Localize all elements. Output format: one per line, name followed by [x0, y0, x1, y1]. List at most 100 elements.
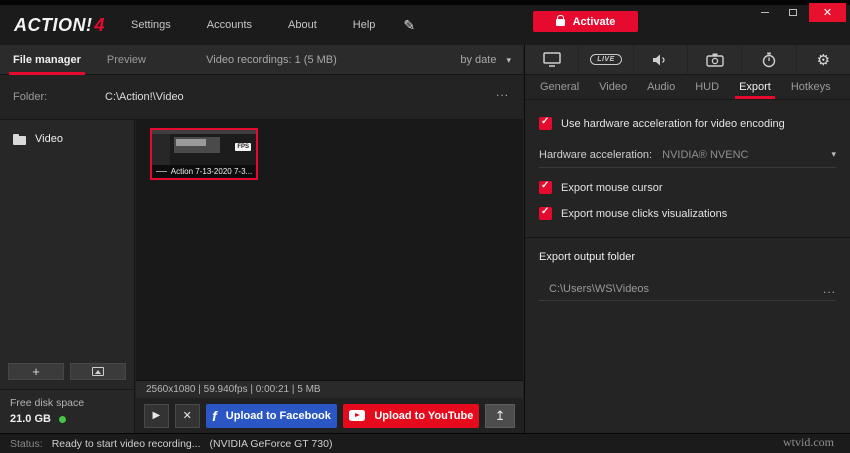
- delete-button[interactable]: [175, 404, 200, 428]
- tab-file-manager[interactable]: File manager: [0, 45, 94, 75]
- thumbnails-zone: FPS Action 7-13-2020 7-3...: [136, 120, 523, 380]
- clip-info-bar: 2560x1080 | 59.940fps | 0:00:21 | 5 MB: [136, 380, 523, 398]
- action-app-window: ACTION!4 Settings Accounts About Help ✎ …: [0, 0, 850, 453]
- tab-hotkeys[interactable]: Hotkeys: [781, 75, 841, 99]
- live-streaming-tab[interactable]: LIVE: [579, 45, 633, 74]
- close-button[interactable]: [809, 3, 846, 22]
- status-label: Status:: [10, 438, 43, 450]
- export-output-path[interactable]: C:\Users\WS\Videos: [539, 283, 823, 295]
- mouse-cursor-checkbox-label: Export mouse cursor: [561, 182, 662, 194]
- tab-audio[interactable]: Audio: [637, 75, 685, 99]
- free-disk-label: Free disk space: [10, 397, 124, 409]
- mouse-clicks-checkbox-row[interactable]: Export mouse clicks visualizations: [539, 207, 836, 220]
- tab-video[interactable]: Video: [589, 75, 637, 99]
- chevron-down-icon: [831, 149, 836, 160]
- menu-help[interactable]: Help: [353, 19, 376, 31]
- export-output-browse-button[interactable]: ...: [823, 282, 836, 296]
- disk-status-dot: [59, 416, 66, 423]
- checkbox-checked-icon[interactable]: [539, 181, 552, 194]
- camera-icon: [706, 53, 724, 67]
- export-output-header: Export output folder: [539, 251, 836, 263]
- monitor-icon: [543, 52, 561, 67]
- recordings-area: FPS Action 7-13-2020 7-3... 2560x1080 | …: [136, 120, 523, 433]
- pen-tool-icon[interactable]: ✎: [403, 17, 415, 34]
- menu-about[interactable]: About: [288, 19, 317, 31]
- settings-panel: LIVE General Video Audio HUD Export Hotk…: [524, 45, 850, 433]
- app-logo: ACTION!4: [14, 15, 105, 36]
- menu-settings[interactable]: Settings: [131, 19, 171, 31]
- settings-tab[interactable]: [797, 45, 850, 74]
- mouse-clicks-checkbox-label: Export mouse clicks visualizations: [561, 208, 727, 220]
- folder-path-value[interactable]: C:\Action!\Video: [105, 91, 184, 103]
- export-output-path-row: C:\Users\WS\Videos ...: [539, 277, 836, 301]
- import-icon: [92, 367, 104, 376]
- mouse-cursor-checkbox-row[interactable]: Export mouse cursor: [539, 181, 836, 194]
- upload-icon: [495, 408, 506, 424]
- checkbox-checked-icon[interactable]: [539, 207, 552, 220]
- caption-line: [156, 171, 167, 172]
- caption-text: Action 7-13-2020 7-3...: [171, 167, 252, 176]
- hw-accel-dropdown[interactable]: Hardware acceleration: NVIDIA® NVENC: [539, 142, 836, 168]
- capture-screenshot-tab[interactable]: [688, 45, 742, 74]
- checkbox-checked-icon[interactable]: [539, 117, 552, 130]
- folder-icon: [13, 136, 26, 145]
- screen-recording-tab[interactable]: [525, 45, 579, 74]
- thumbnail-image: FPS: [152, 130, 256, 165]
- folder-browse-button[interactable]: ...: [496, 85, 509, 99]
- hw-accel-label: Hardware acceleration:: [539, 149, 652, 161]
- folder-row: Folder: C:\Action!\Video ...: [0, 75, 523, 120]
- recording-thumbnail[interactable]: FPS Action 7-13-2020 7-3...: [150, 128, 258, 180]
- free-disk-value: 21.0 GB: [10, 413, 51, 425]
- folder-label: Folder:: [13, 91, 47, 103]
- tab-general[interactable]: General: [530, 75, 589, 99]
- add-folder-button[interactable]: [8, 363, 64, 380]
- lock-icon: [556, 19, 565, 26]
- upload-youtube-label: Upload to YouTube: [374, 410, 473, 422]
- clip-info-text: 2560x1080 | 59.940fps | 0:00:21 | 5 MB: [146, 384, 321, 395]
- hw-accel-checkbox-label: Use hardware acceleration for video enco…: [561, 118, 785, 130]
- stopwatch-icon: [762, 52, 776, 68]
- logo-text: ACTION!: [14, 15, 93, 35]
- menu-accounts[interactable]: Accounts: [207, 19, 252, 31]
- export-settings-body: Use hardware acceleration for video enco…: [525, 100, 850, 301]
- tab-hud[interactable]: HUD: [685, 75, 729, 99]
- logo-version: 4: [95, 15, 106, 35]
- chevron-down-icon: [506, 55, 511, 66]
- speaker-icon: [652, 53, 668, 67]
- upload-youtube-button[interactable]: Upload to YouTube: [343, 404, 479, 428]
- fps-badge: FPS: [235, 143, 251, 151]
- thumb-detail: [152, 134, 170, 165]
- sort-dropdown[interactable]: by date: [460, 45, 511, 75]
- audio-recording-tab[interactable]: [634, 45, 688, 74]
- status-bar: Status: Ready to start video recording..…: [0, 433, 850, 453]
- hw-accel-value: NVIDIA® NVENC: [662, 149, 831, 161]
- activate-button[interactable]: Activate: [533, 11, 638, 32]
- minimize-button[interactable]: [753, 4, 777, 21]
- thumbnail-caption: Action 7-13-2020 7-3...: [152, 167, 256, 176]
- sort-label: by date: [460, 54, 496, 66]
- minimize-icon: [761, 12, 769, 14]
- window-controls: [753, 3, 846, 22]
- delete-icon: [183, 409, 192, 422]
- folders-sidebar: Video Free disk space 21.0 GB: [0, 120, 135, 433]
- hw-accel-checkbox-row[interactable]: Use hardware acceleration for video enco…: [539, 117, 836, 130]
- section-divider: [525, 237, 850, 238]
- tab-export[interactable]: Export: [729, 75, 781, 99]
- youtube-icon: [349, 410, 365, 421]
- export-upload-button[interactable]: [485, 404, 515, 428]
- upload-facebook-label: Upload to Facebook: [226, 410, 331, 422]
- benchmark-tab[interactable]: [742, 45, 796, 74]
- maximize-icon: [789, 9, 797, 16]
- clip-actions-bar: Upload to Facebook Upload to YouTube: [136, 398, 523, 433]
- mode-icon-bar: LIVE: [525, 45, 850, 75]
- status-message: Ready to start video recording...: [52, 438, 201, 450]
- maximize-button[interactable]: [781, 4, 805, 21]
- plus-icon: [32, 365, 40, 379]
- play-button[interactable]: [144, 404, 169, 428]
- sidebar-item-video[interactable]: Video: [0, 120, 134, 158]
- upload-facebook-button[interactable]: Upload to Facebook: [206, 404, 338, 428]
- import-button[interactable]: [70, 363, 126, 380]
- titlebar: ACTION!4 Settings Accounts About Help ✎ …: [0, 5, 850, 45]
- watermark: wtvid.com: [783, 435, 834, 450]
- live-icon: LIVE: [590, 54, 622, 65]
